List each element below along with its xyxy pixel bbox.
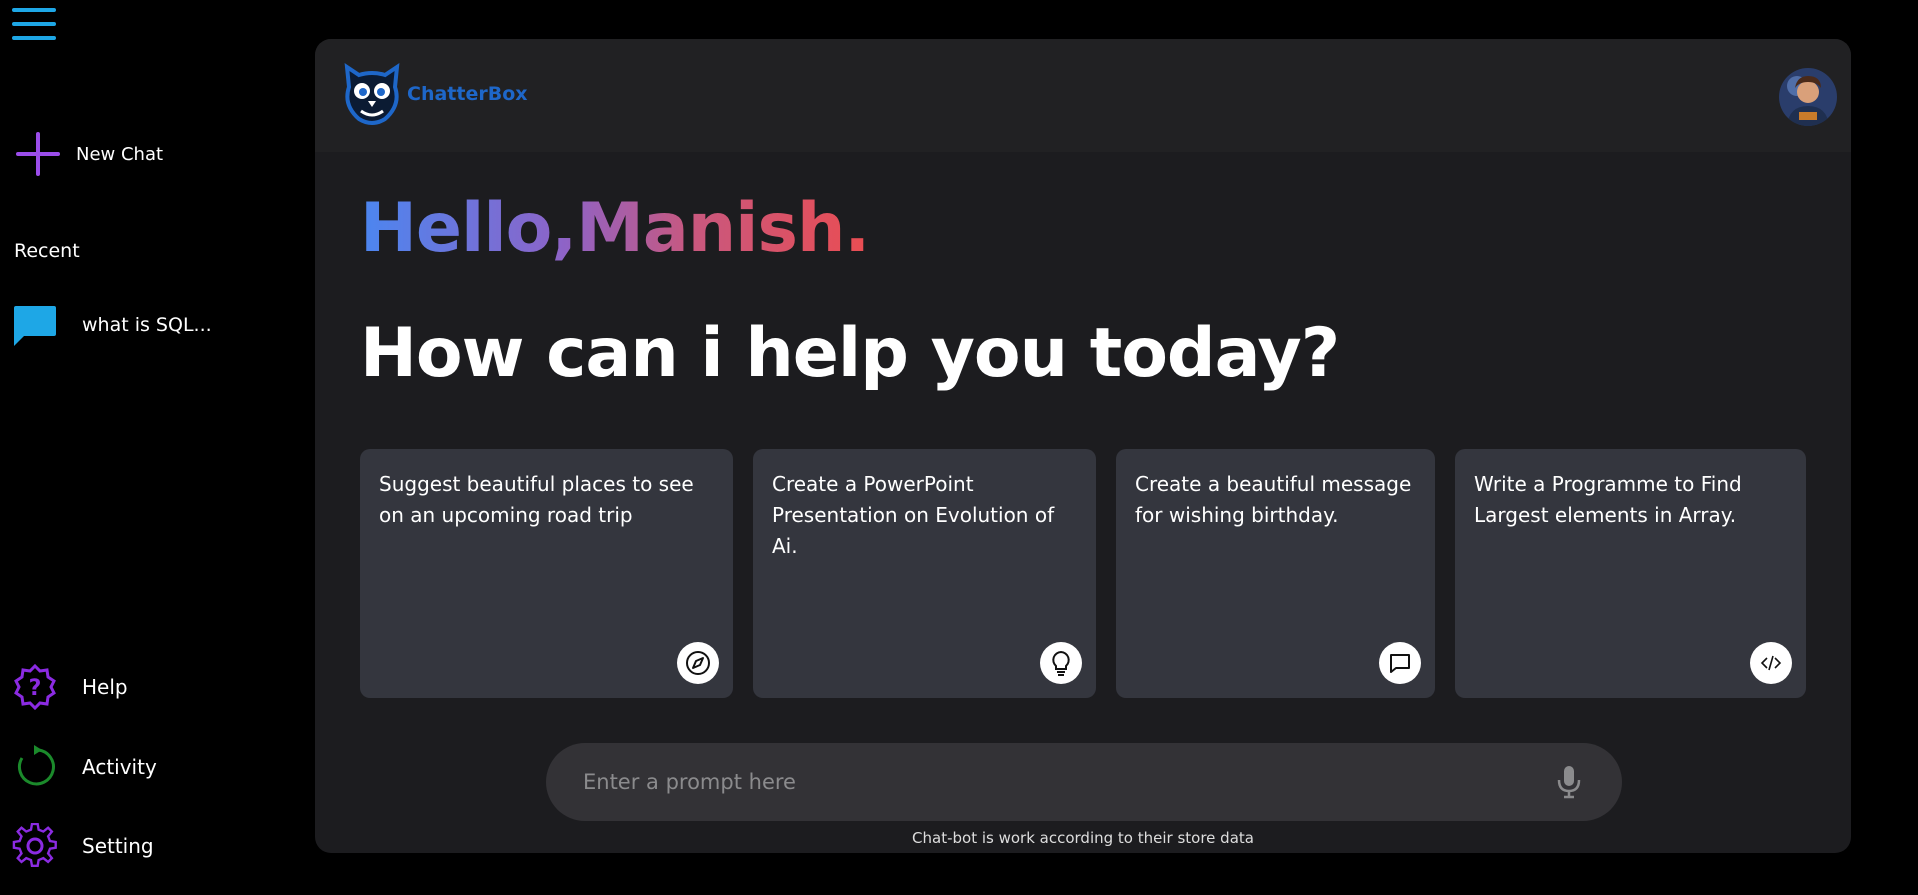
sidebar-item-activity-label: Activity bbox=[82, 755, 157, 779]
sidebar-item-setting[interactable]: Setting bbox=[12, 823, 154, 869]
plus-icon bbox=[14, 130, 62, 178]
gear-icon bbox=[12, 823, 57, 867]
owl-logo-icon bbox=[344, 62, 400, 125]
activity-icon bbox=[17, 745, 55, 786]
brand-logo[interactable]: ChatterBox bbox=[341, 61, 528, 127]
disclaimer-text: Chat-bot is work according to their stor… bbox=[912, 829, 1254, 847]
hamburger-menu-icon[interactable] bbox=[10, 6, 58, 44]
sidebar-item-setting-label: Setting bbox=[82, 834, 154, 858]
recent-item[interactable]: what is SQL... bbox=[12, 302, 212, 348]
suggestion-card-text: Create a PowerPoint Presentation on Evol… bbox=[772, 472, 1055, 558]
chat-bubble-icon bbox=[14, 306, 56, 346]
greeting-question: How can i help you today? bbox=[360, 314, 1340, 393]
help-icon: ? bbox=[14, 664, 56, 710]
suggestion-card-text: Write a Programme to Find Largest elemen… bbox=[1474, 472, 1742, 527]
recent-heading: Recent bbox=[14, 240, 80, 262]
sidebar-item-help[interactable]: ? Help bbox=[12, 664, 128, 710]
message-icon bbox=[1379, 642, 1421, 684]
suggestion-card[interactable]: Suggest beautiful places to see on an up… bbox=[360, 449, 733, 698]
svg-text:?: ? bbox=[29, 676, 42, 701]
code-icon bbox=[1750, 642, 1792, 684]
suggestion-card[interactable]: Write a Programme to Find Largest elemen… bbox=[1455, 449, 1806, 698]
microphone-icon[interactable] bbox=[1556, 765, 1582, 799]
suggestion-card[interactable]: Create a PowerPoint Presentation on Evol… bbox=[753, 449, 1096, 698]
prompt-bar bbox=[546, 743, 1622, 821]
top-bar: ChatterBox bbox=[315, 39, 1851, 152]
new-chat-button[interactable]: New Chat bbox=[14, 130, 163, 178]
suggestion-card[interactable]: Create a beautiful message for wishing b… bbox=[1116, 449, 1435, 698]
greeting-hello: Hello,Manish. bbox=[360, 189, 870, 268]
lightbulb-icon bbox=[1040, 642, 1082, 684]
sidebar-item-activity[interactable]: Activity bbox=[12, 744, 157, 790]
avatar-image bbox=[1779, 68, 1837, 126]
brand-name: ChatterBox bbox=[407, 83, 528, 105]
sidebar-item-help-label: Help bbox=[82, 675, 128, 699]
sidebar: New Chat Recent what is SQL... ? Help Ac… bbox=[0, 0, 300, 895]
prompt-input[interactable] bbox=[581, 769, 1556, 795]
recent-item-label: what is SQL... bbox=[82, 314, 212, 336]
suggestion-card-text: Suggest beautiful places to see on an up… bbox=[379, 472, 694, 527]
main-panel: ChatterBox Hello,Manish. How can i help … bbox=[315, 39, 1851, 853]
suggestion-card-text: Create a beautiful message for wishing b… bbox=[1135, 472, 1412, 527]
user-avatar[interactable] bbox=[1779, 68, 1837, 126]
compass-icon bbox=[677, 642, 719, 684]
new-chat-label: New Chat bbox=[76, 143, 164, 165]
